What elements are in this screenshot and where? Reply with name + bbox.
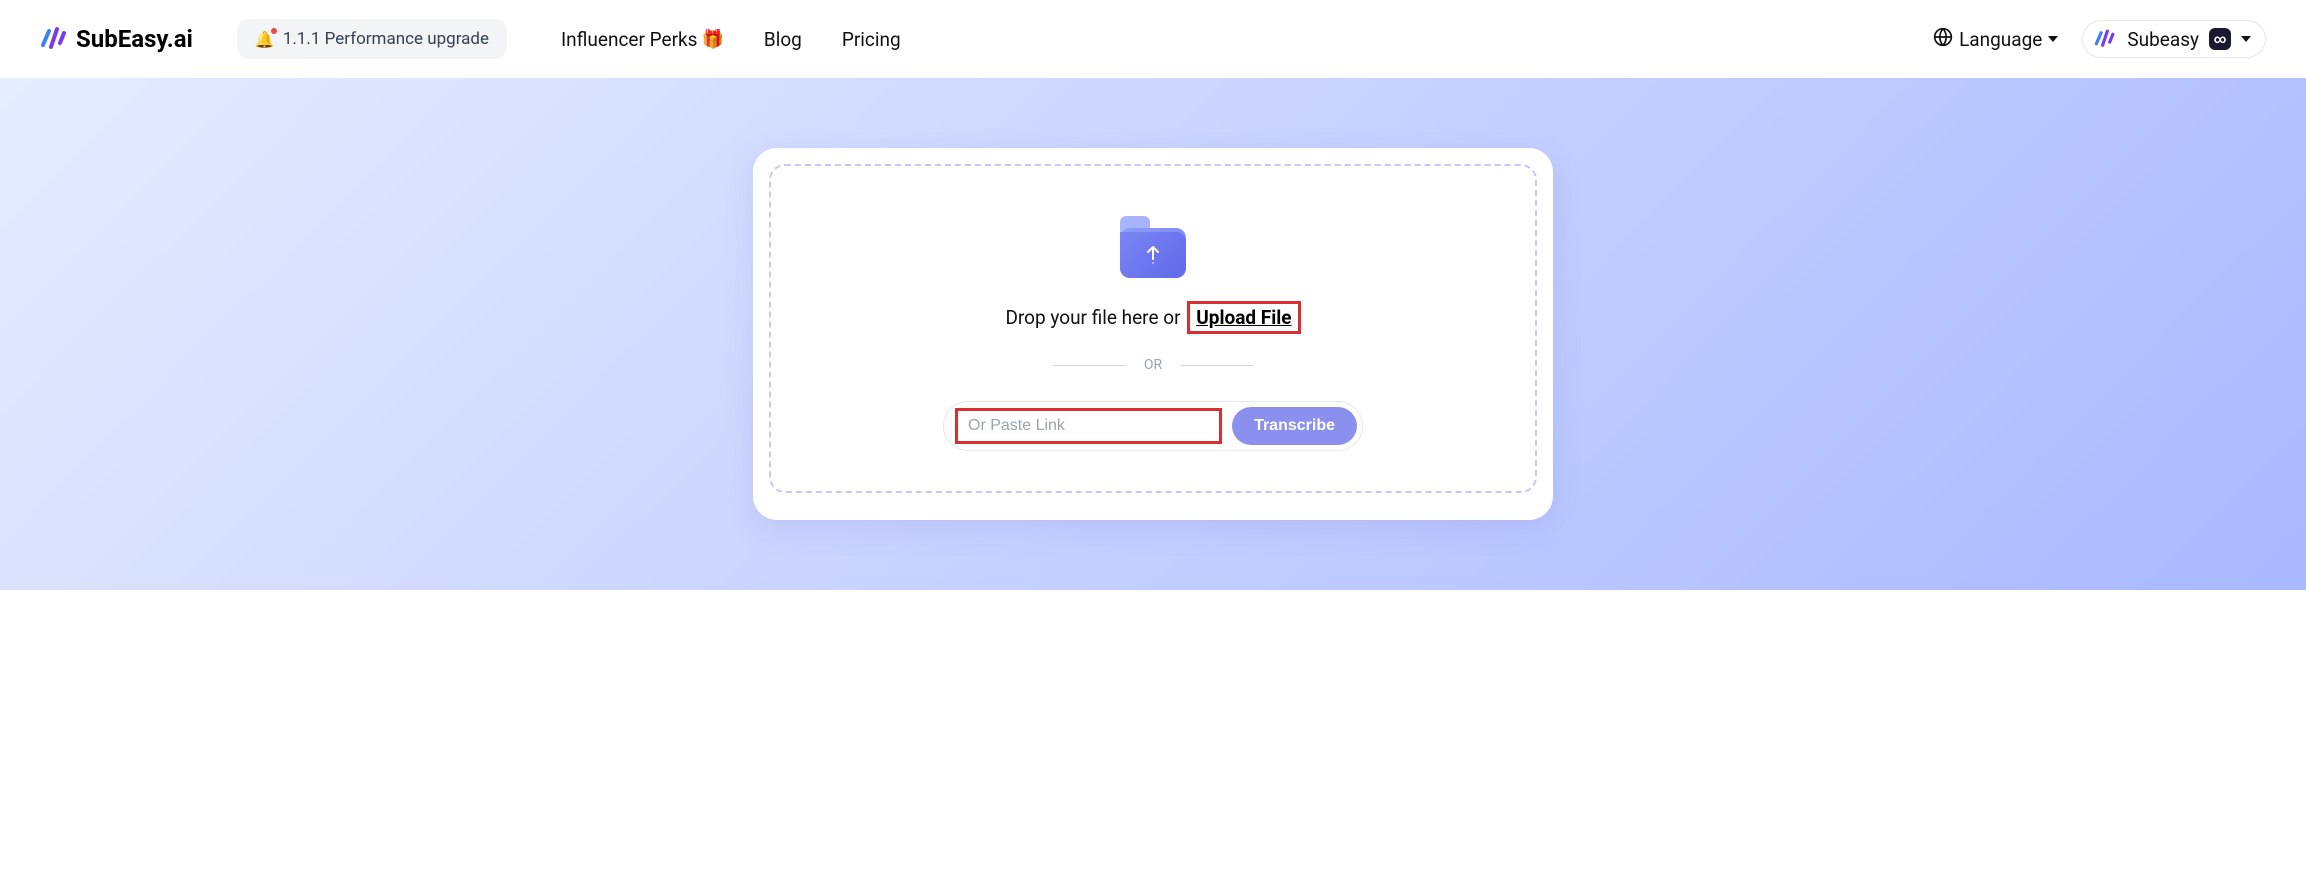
arrow-up-icon (1143, 243, 1163, 267)
upload-file-link[interactable]: Upload File (1187, 301, 1300, 334)
version-badge[interactable]: 🔔 1.1.1 Performance upgrade (237, 19, 507, 59)
nav-pricing[interactable]: Pricing (842, 28, 901, 51)
header-right: Language Subeasy ∞ (1933, 20, 2266, 58)
nav-influencer-label: Influencer Perks (561, 28, 697, 51)
caret-down-icon (2048, 36, 2058, 42)
header-bar: SubEasy.ai 🔔 1.1.1 Performance upgrade I… (0, 0, 2306, 78)
transcribe-button[interactable]: Transcribe (1232, 407, 1357, 445)
nav-influencer[interactable]: Influencer Perks 🎁 (561, 28, 724, 51)
user-caret-down-icon (2241, 36, 2251, 42)
brand-name: SubEasy.ai (76, 25, 193, 53)
drop-prefix: Drop your file here or (1005, 306, 1185, 329)
or-label: OR (1144, 357, 1162, 373)
drop-text: Drop your file here or Upload File (1005, 306, 1300, 329)
paste-link-highlight (955, 408, 1222, 444)
globe-icon (1933, 27, 1953, 52)
user-menu[interactable]: Subeasy ∞ (2082, 20, 2266, 58)
gift-icon: 🎁 (701, 29, 723, 50)
wave-icon (40, 25, 68, 53)
main-hero: Drop your file here or Upload File OR Tr… (0, 78, 2306, 590)
user-name: Subeasy (2127, 28, 2199, 51)
paste-link-row: Transcribe (943, 401, 1363, 451)
paste-link-input[interactable] (958, 411, 1219, 441)
bell-icon: 🔔 (255, 30, 275, 49)
user-wave-icon (2093, 27, 2117, 51)
brand-logo[interactable]: SubEasy.ai (40, 25, 193, 53)
language-label: Language (1959, 28, 2042, 51)
nav-blog[interactable]: Blog (764, 28, 802, 51)
upload-card: Drop your file here or Upload File OR Tr… (753, 148, 1553, 520)
version-text: 1.1.1 Performance upgrade (283, 29, 489, 49)
language-selector[interactable]: Language (1933, 27, 2058, 52)
user-plan-badge: ∞ (2209, 28, 2231, 50)
upload-dropzone[interactable]: Drop your file here or Upload File OR Tr… (769, 164, 1537, 493)
upload-folder-icon (1120, 216, 1186, 278)
nav-links: Influencer Perks 🎁 Blog Pricing (561, 28, 901, 51)
or-divider: OR (1053, 357, 1253, 373)
